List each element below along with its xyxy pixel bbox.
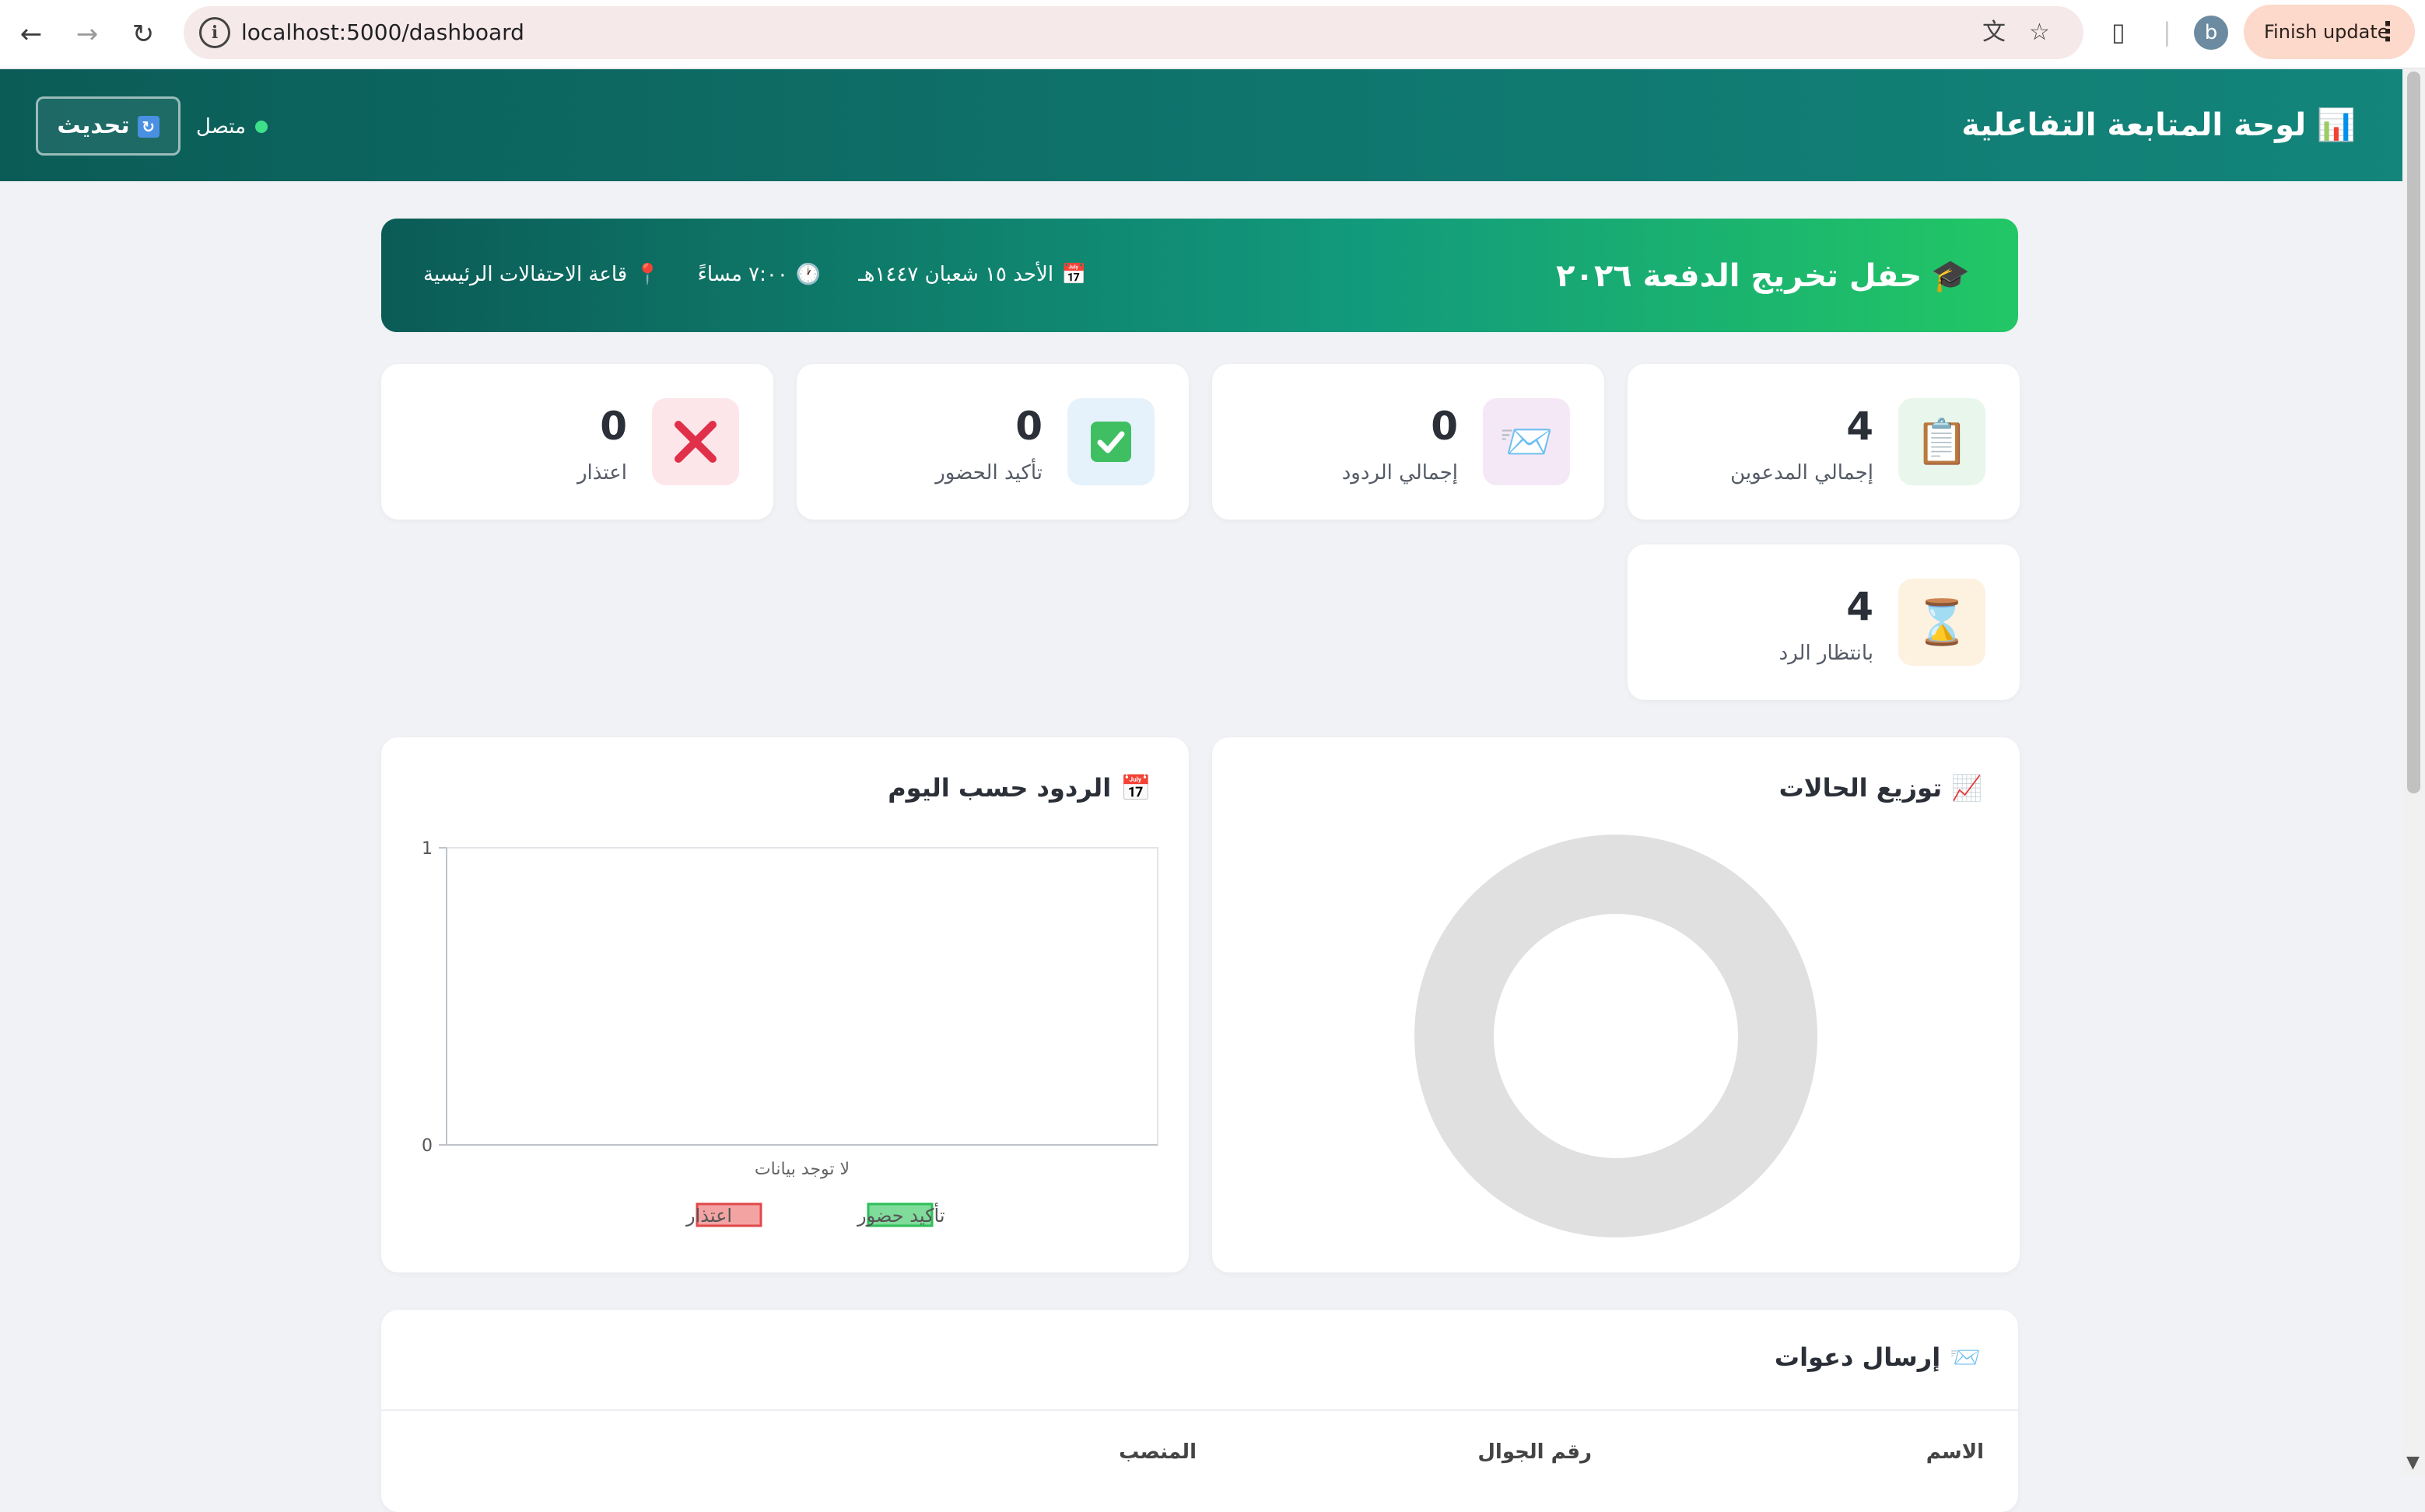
event-date: 📅الأحد ١٥ شعبان ١٤٤٧هـ <box>858 263 1087 286</box>
column-header-phone: رقم الجوال <box>1477 1440 1592 1464</box>
x-tick-label: لا توجد بيانات <box>755 1160 850 1179</box>
extensions-icon[interactable]: ▯ <box>2111 17 2125 47</box>
stat-card-total-responses: 📨 0 إجمالي الردود <box>1212 364 1604 520</box>
status-label: متصل <box>196 115 247 138</box>
clock-icon: 🕐 <box>795 263 822 286</box>
stat-value: 4 <box>1846 404 1873 449</box>
refresh-button[interactable]: ↻تحديث <box>36 96 180 156</box>
refresh-icon: ↻ <box>137 115 159 138</box>
envelope-icon: 📨 <box>1483 398 1570 485</box>
reload-icon[interactable]: ↻ <box>123 14 163 54</box>
stat-label: إجمالي الردود <box>1341 461 1458 485</box>
cross-icon <box>652 398 739 485</box>
daily-bar-chart: 0 1 لا توجد بيانات تأكيد حضور اعتذار <box>422 839 1158 1227</box>
column-header-name: الاسم <box>1926 1440 1984 1464</box>
stat-card-declined: 0 اعتذار <box>381 364 773 520</box>
event-meta: 📍قاعة الاحتفالات الرئيسية 🕐٧:٠٠ مساءً 📅ا… <box>423 257 1086 292</box>
profile-avatar[interactable]: b <box>2194 16 2228 50</box>
bookmark-star-icon[interactable]: ☆ <box>2029 17 2050 48</box>
event-banner: 🎓حفل تخريج الدفعة ٢٠٢٦ 📍قاعة الاحتفالات … <box>381 219 2018 332</box>
stat-label: اعتذار <box>576 461 627 485</box>
forward-arrow-icon[interactable]: → <box>67 14 107 54</box>
stat-card-pending: ⌛ 4 بانتظار الرد <box>1628 544 2020 700</box>
stat-value: 4 <box>1846 584 1873 629</box>
scrollbar-thumb[interactable] <box>2407 72 2420 793</box>
translate-icon[interactable]: 文 <box>1982 17 2006 48</box>
back-arrow-icon[interactable]: ← <box>11 14 51 54</box>
clipboard-icon: 📋 <box>1898 398 1985 485</box>
column-header-position: المنصب <box>1119 1440 1197 1464</box>
stat-value: 0 <box>1015 404 1043 449</box>
daily-responses-card: 📅الردود حسب اليوم 0 1 لا توجد بيانات تأكيد … <box>381 737 1189 1272</box>
scroll-down-arrow-icon[interactable]: ▼ <box>2406 1453 2420 1472</box>
legend-label: تأكيد حضور <box>857 1202 945 1227</box>
status-dot-icon <box>255 121 268 133</box>
pin-icon: 📍 <box>635 263 661 286</box>
event-time: 🕐٧:٠٠ مساءً <box>697 263 822 286</box>
stat-label: بانتظار الرد <box>1778 642 1873 665</box>
stat-value: 0 <box>600 404 627 449</box>
finish-update-label: Finish update <box>2264 21 2389 43</box>
envelope-icon: 📨 <box>1950 1342 1981 1372</box>
invitations-title: 📨إرسال دعوات <box>1775 1338 1981 1377</box>
stat-value: 0 <box>1431 404 1458 449</box>
toolbar-divider: | <box>2163 17 2171 47</box>
hourglass-icon: ⌛ <box>1898 579 1985 666</box>
url-text[interactable]: localhost:5000/dashboard <box>241 17 524 48</box>
bar-chart-icon: 📊 <box>2317 107 2356 143</box>
connection-status: متصل <box>196 111 268 142</box>
status-distribution-card: 📈توزيع الحالات <box>1212 737 2020 1272</box>
table-divider <box>381 1409 2018 1411</box>
stat-card-total-invited: 📋 4 إجمالي المدعوين <box>1628 364 2020 520</box>
graduation-cap-icon: 🎓 <box>1931 258 1970 294</box>
stat-label: إجمالي المدعوين <box>1730 461 1873 485</box>
stat-label: تأكيد الحضور <box>935 461 1043 485</box>
finish-update-button[interactable]: Finish update ⋮ <box>2244 5 2415 59</box>
status-donut-chart <box>1414 835 1817 1237</box>
event-title: 🎓حفل تخريج الدفعة ٢٠٢٦ <box>1555 258 1970 294</box>
plot-area <box>446 847 1158 1146</box>
stat-card-confirmed: 0 تأكيد الحضور <box>797 364 1189 520</box>
legend-label: اعتذار <box>685 1205 732 1227</box>
browser-toolbar: ← → ↻ i localhost:5000/dashboard 文 ☆ ▯ |… <box>0 0 2425 68</box>
app-header: 📊لوحة المتابعة التفاعلية متصل ↻تحديث <box>0 69 2402 181</box>
more-menu-icon[interactable]: ⋮ <box>2374 5 2401 59</box>
check-icon <box>1067 398 1155 485</box>
y-tick-label: 0 <box>422 1136 433 1156</box>
send-invitations-card: 📨إرسال دعوات الاسم رقم الجوال المنصب <box>381 1310 2018 1512</box>
event-location: 📍قاعة الاحتفالات الرئيسية <box>423 263 661 286</box>
y-tick-label: 1 <box>422 839 433 859</box>
calendar-icon: 📅 <box>1061 263 1087 286</box>
page-title: 📊لوحة المتابعة التفاعلية <box>1961 102 2356 149</box>
donut-empty-ring <box>1414 835 1817 1237</box>
address-bar[interactable]: i localhost:5000/dashboard 文 ☆ <box>184 6 2083 59</box>
site-info-icon[interactable]: i <box>199 17 230 48</box>
